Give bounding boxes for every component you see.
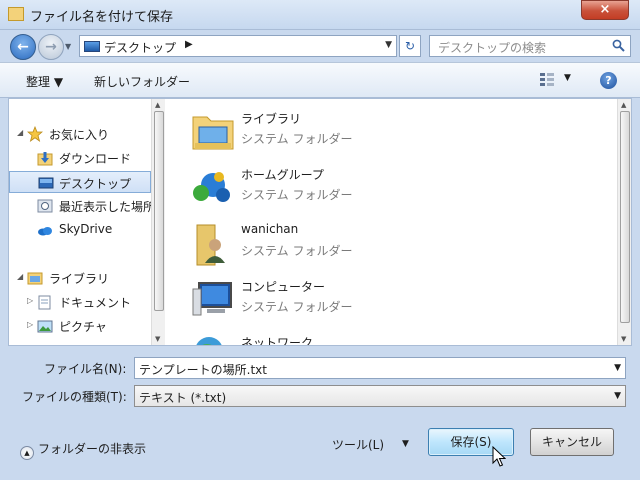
- address-row: ← → ▼ デスクトップ ▶ ▼ ↻ デスクトップの検索: [0, 30, 640, 62]
- scrollbar-thumb[interactable]: [620, 111, 630, 323]
- nav-item-favorites[interactable]: ◢ お気に入り: [9, 123, 151, 145]
- nav-item-downloads[interactable]: ダウンロード: [9, 147, 151, 169]
- list-item[interactable]: ホームグループ システム フォルダー: [183, 161, 603, 213]
- nav-item-label: ピクチャ: [59, 320, 107, 334]
- organize-button[interactable]: 整理 ▼: [26, 73, 63, 90]
- address-dropdown-button[interactable]: ▼: [385, 40, 392, 50]
- scrollbar-thumb[interactable]: [154, 111, 164, 311]
- search-input[interactable]: デスクトップの検索: [429, 35, 631, 57]
- filename-value[interactable]: テンプレートの場所.txt: [139, 361, 267, 378]
- scroll-up-icon[interactable]: ▲: [155, 101, 160, 109]
- folder-icon: [8, 7, 24, 21]
- scroll-down-icon[interactable]: ▼: [155, 335, 160, 343]
- documents-icon: [38, 295, 51, 310]
- file-name: ネットワーク: [241, 336, 314, 346]
- nav-item-desktop[interactable]: デスクトップ: [9, 171, 151, 193]
- nav-item-label: ライブラリ: [49, 272, 110, 286]
- filetype-dropdown-button[interactable]: ▼: [614, 391, 621, 401]
- recent-places-icon: [37, 199, 53, 213]
- filetype-label: ファイルの種類(T):: [22, 390, 127, 404]
- nav-item-pictures[interactable]: ▷ ピクチャ: [9, 315, 151, 337]
- help-icon[interactable]: ?: [600, 72, 617, 89]
- scroll-up-icon[interactable]: ▲: [621, 101, 626, 109]
- filetype-value: テキスト (*.txt): [139, 391, 227, 405]
- nav-item-documents[interactable]: ▷ ドキュメント: [9, 291, 151, 313]
- star-icon: [27, 126, 43, 142]
- hide-folders-toggle[interactable]: ▲ フォルダーの非表示: [20, 440, 146, 460]
- filename-dropdown-button[interactable]: ▼: [614, 363, 621, 373]
- nav-item-recent-places[interactable]: 最近表示した場所: [9, 195, 151, 217]
- nav-scrollbar[interactable]: ▲ ▼: [151, 99, 165, 345]
- list-item[interactable]: コンピューター システム フォルダー: [183, 273, 603, 325]
- filename-label: ファイル名(N):: [44, 362, 127, 376]
- address-location[interactable]: デスクトップ: [104, 39, 176, 56]
- computer-icon: [192, 282, 232, 316]
- nav-item-label: お気に入り: [49, 128, 110, 142]
- list-item[interactable]: wanichan システム フォルダー: [183, 217, 603, 269]
- filename-field[interactable]: テンプレートの場所.txt ▼: [134, 357, 626, 379]
- view-dropdown-button[interactable]: ▼: [564, 73, 571, 83]
- file-list: ライブラリ システム フォルダー ホームグループ システム フォルダー wani…: [171, 99, 617, 345]
- chevron-right-icon[interactable]: ▶: [185, 39, 193, 50]
- hide-folders-label[interactable]: フォルダーの非表示: [38, 442, 146, 456]
- dialog-footer: ▲ フォルダーの非表示 ツール(L) ▼ 保存(S) キャンセル: [0, 412, 640, 480]
- browser-pane: ◢ お気に入り ダウンロード デスクトップ 最近表示した場所 SkyDrive …: [8, 98, 632, 346]
- file-type: システム フォルダー: [241, 132, 353, 146]
- nav-item-label: ドキュメント: [59, 296, 132, 310]
- nav-item-libraries[interactable]: ◢ ライブラリ: [9, 267, 151, 289]
- library-icon: [27, 272, 43, 285]
- scroll-down-icon[interactable]: ▼: [621, 335, 626, 343]
- search-placeholder: デスクトップの検索: [438, 41, 547, 55]
- list-item[interactable]: ライブラリ システム フォルダー: [183, 105, 603, 157]
- command-bar: 整理 ▼ 新しいフォルダー ▼ ?: [0, 62, 640, 98]
- filetype-select[interactable]: テキスト (*.txt) ▼: [134, 385, 626, 407]
- title-bar: ファイル名を付けて保存 ×: [0, 0, 640, 30]
- search-icon[interactable]: [612, 39, 625, 52]
- desktop-icon: [38, 177, 54, 189]
- file-name: コンピューター: [241, 280, 326, 294]
- tools-dropdown-button[interactable]: ▼: [402, 439, 409, 449]
- file-list-scrollbar[interactable]: ▲ ▼: [617, 99, 631, 345]
- nav-item-label: ダウンロード: [59, 152, 132, 166]
- network-icon: [196, 337, 222, 345]
- library-folder-icon: [192, 116, 234, 150]
- file-name: ホームグループ: [241, 168, 324, 182]
- refresh-button[interactable]: ↻: [399, 35, 421, 57]
- window-title: ファイル名を付けて保存: [30, 10, 174, 25]
- nav-item-label: デスクトップ: [59, 177, 132, 191]
- file-type: システム フォルダー: [241, 300, 353, 314]
- file-name: wanichan: [241, 222, 299, 236]
- forward-button[interactable]: →: [38, 34, 64, 60]
- address-bar[interactable]: デスクトップ ▶ ▼: [79, 35, 397, 57]
- back-button[interactable]: ←: [10, 34, 36, 60]
- user-folder-icon: [196, 224, 225, 266]
- list-item[interactable]: ネットワーク: [183, 329, 603, 346]
- file-type: システム フォルダー: [241, 244, 353, 258]
- nav-item-label: SkyDrive: [59, 222, 113, 236]
- expand-arrow-icon[interactable]: ◢: [17, 128, 23, 137]
- navigation-pane: ◢ お気に入り ダウンロード デスクトップ 最近表示した場所 SkyDrive …: [9, 99, 151, 345]
- nav-item-skydrive[interactable]: SkyDrive: [9, 219, 151, 241]
- expand-arrow-icon[interactable]: ▷: [27, 320, 33, 329]
- history-dropdown-button[interactable]: ▼: [65, 42, 71, 51]
- homegroup-icon: [193, 172, 230, 202]
- view-options-icon[interactable]: [540, 73, 554, 87]
- file-type: システム フォルダー: [241, 188, 353, 202]
- cancel-button[interactable]: キャンセル: [530, 428, 614, 456]
- file-name: ライブラリ: [241, 112, 302, 126]
- mouse-cursor-icon: [492, 446, 506, 467]
- close-button[interactable]: ×: [581, 0, 629, 20]
- new-folder-button[interactable]: 新しいフォルダー: [94, 73, 190, 90]
- tools-button[interactable]: ツール(L): [332, 436, 384, 453]
- skydrive-icon: [38, 227, 52, 236]
- expand-arrow-icon[interactable]: ▷: [27, 296, 33, 305]
- expand-arrow-icon[interactable]: ◢: [17, 272, 23, 281]
- pictures-icon: [37, 320, 53, 333]
- desktop-icon: [84, 41, 100, 52]
- download-icon: [37, 152, 53, 166]
- nav-item-label: 最近表示した場所: [59, 200, 151, 214]
- collapse-up-icon[interactable]: ▲: [20, 446, 34, 460]
